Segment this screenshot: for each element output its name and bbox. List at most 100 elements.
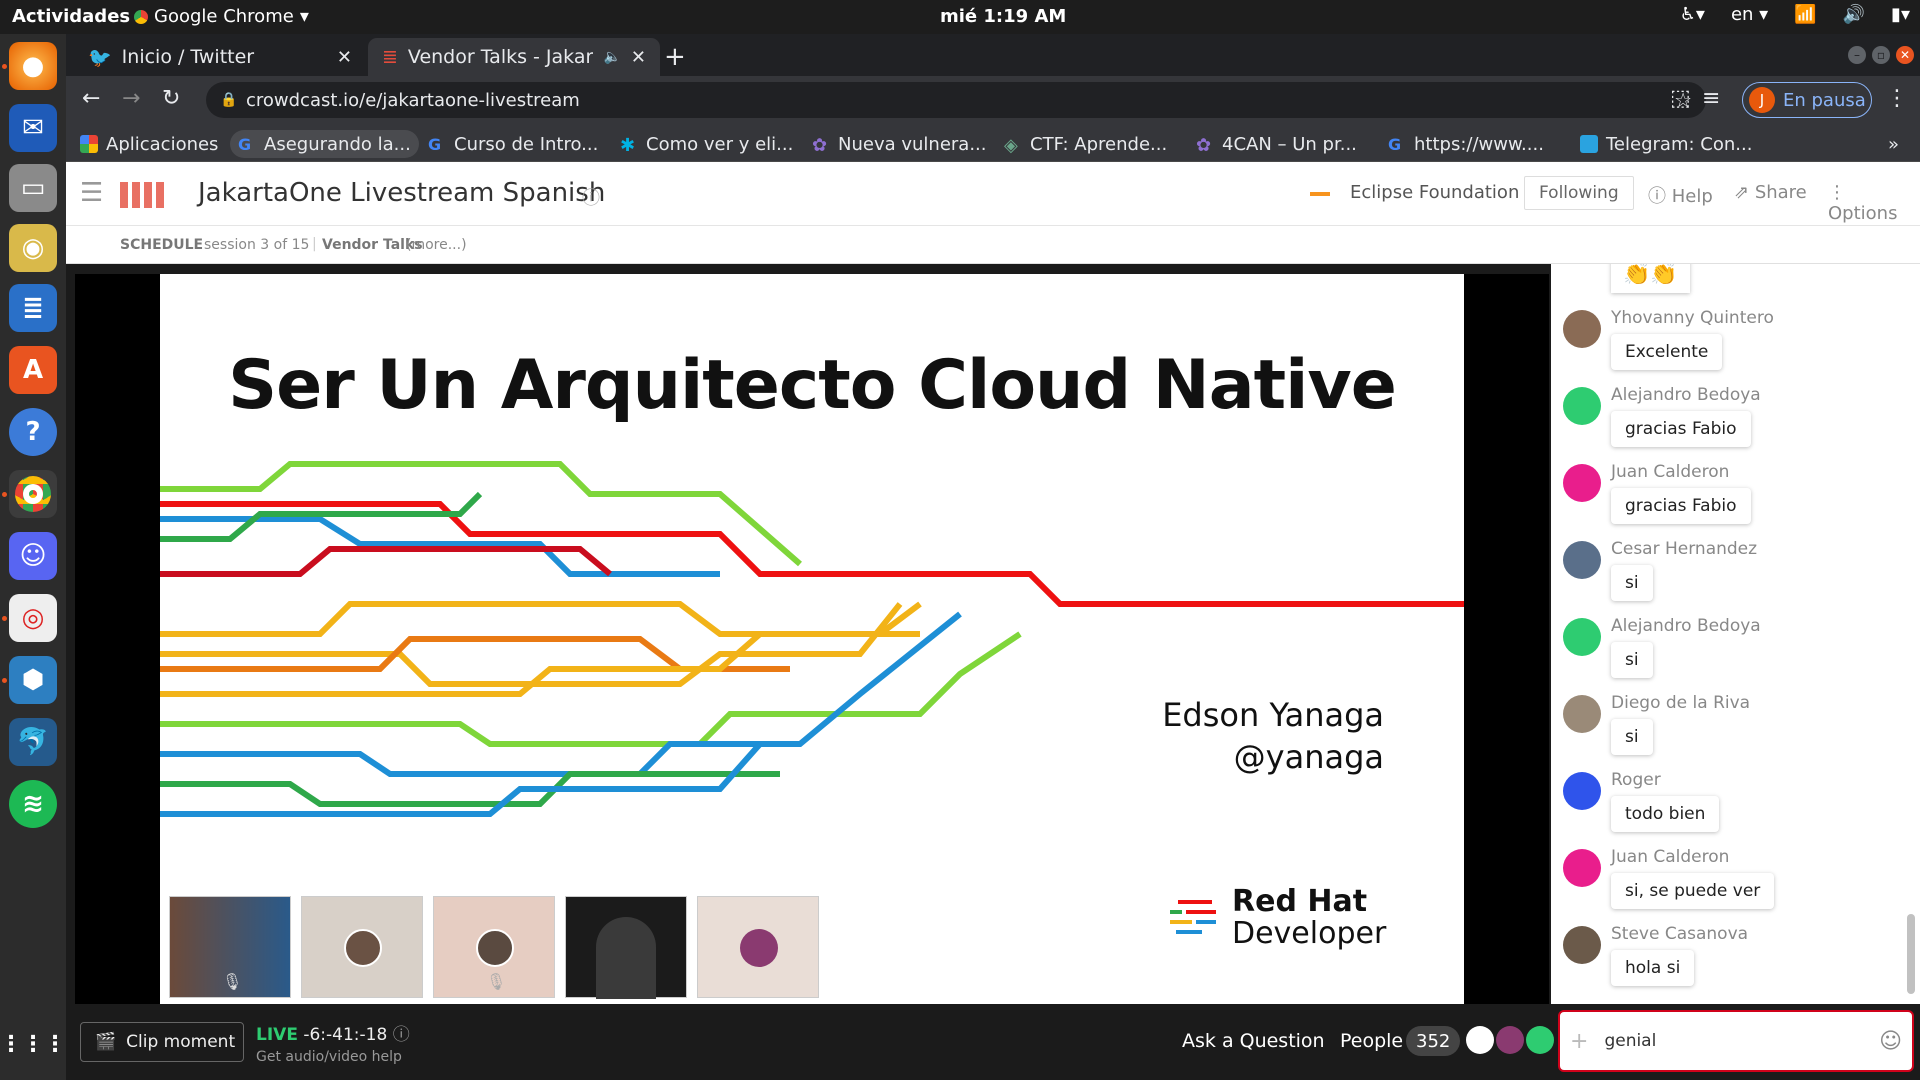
muted-mic-icon: 🎙 (222, 972, 243, 991)
profile-button[interactable]: J En pausa (1742, 82, 1872, 118)
language-indicator[interactable]: en ▾ (1731, 4, 1768, 25)
accessibility-icon[interactable]: ♿▾ (1680, 4, 1705, 25)
site-icon: ✿ (1196, 135, 1212, 156)
extensions-icon[interactable]: ⬚ (1670, 86, 1691, 111)
chat-input[interactable]: + genial ☺ (1558, 1010, 1914, 1072)
avatar (1526, 1026, 1554, 1054)
clock[interactable]: mié 1:19 AM (940, 6, 1066, 27)
thunderbird-icon[interactable]: ✉ (9, 104, 57, 152)
firefox-icon[interactable]: ● (9, 42, 57, 90)
scrollbar-thumb[interactable] (1907, 914, 1915, 994)
share-button[interactable]: ⇗ Share (1734, 182, 1807, 203)
bookmark-item[interactable]: ✱ Como ver y eli... (612, 130, 801, 158)
more-bookmarks-icon[interactable]: » (1880, 130, 1907, 158)
address-bar[interactable]: 🔒 crowdcast.io/e/jakartaone-livestream ☆ (206, 82, 1706, 118)
writer-icon[interactable]: ≣ (9, 284, 57, 332)
avatar (740, 929, 778, 967)
activities-button[interactable]: Actividades (12, 6, 130, 27)
more-link[interactable]: (more...) (406, 237, 467, 253)
minimize-button[interactable]: – (1848, 46, 1866, 64)
virtualbox-icon[interactable]: ⬢ (9, 656, 57, 704)
software-center-icon[interactable]: A (9, 346, 57, 394)
twitter-icon: 🐦 (88, 46, 112, 69)
discord-icon[interactable]: ☺ (9, 532, 57, 580)
presentation-slide: Ser Un Arquitecto Cloud Native Edson Yan… (160, 274, 1464, 1004)
info-icon[interactable]: ⓘ (582, 184, 600, 210)
site-icon: ✱ (620, 135, 636, 156)
show-apps-icon[interactable]: ⋮⋮⋮ (0, 1020, 66, 1068)
chrome-icon[interactable] (9, 470, 57, 518)
media-icon[interactable]: ≡ (1702, 86, 1720, 111)
avatar (1563, 695, 1601, 733)
site-icon: ✿ (812, 135, 828, 156)
help-button[interactable]: ⓘ Help (1648, 182, 1713, 208)
tab-vendor-talks[interactable]: ≣ Vendor Talks - Jakart 🔈 ✕ (368, 38, 660, 76)
back-icon[interactable]: ← (82, 86, 100, 111)
ask-question-button[interactable]: Ask a Question (1182, 1030, 1325, 1052)
participant-thumbnail[interactable] (301, 896, 423, 998)
bookmark-item[interactable]: Ghttps://www.... (1380, 130, 1552, 158)
event-title: JakartaOne Livestream Spanish (198, 178, 606, 208)
app-menu[interactable]: Google Chrome ▾ (134, 6, 309, 27)
bookmark-item[interactable]: Telegram: Con... (1572, 130, 1760, 158)
forward-icon[interactable]: → (122, 86, 140, 111)
bookmark-item[interactable]: ◈ CTF: Aprende... (996, 130, 1175, 158)
speaker-handle: @yanaga (1233, 738, 1384, 776)
remmina-icon[interactable]: ◎ (9, 594, 57, 642)
people-button[interactable]: People (1340, 1030, 1403, 1052)
speaker-icon[interactable]: 🔈 (603, 49, 620, 65)
options-button[interactable]: ⋮ Options (1828, 182, 1920, 224)
files-icon[interactable]: ▭ (9, 164, 57, 212)
tab-twitter[interactable]: 🐦 Inicio / Twitter ✕ (74, 38, 366, 76)
bookmark-item[interactable]: ✿ Nueva vulnera... (804, 130, 995, 158)
chrome-icon (134, 9, 148, 24)
bookmark-item[interactable]: ✿ 4CAN – Un pr... (1188, 130, 1365, 158)
org-link[interactable]: Eclipse Foundation (1350, 182, 1519, 203)
more-menu-icon[interactable]: ⋮ (1886, 86, 1908, 111)
bookmark-item[interactable]: G Asegurando la... (230, 130, 419, 158)
people-count-badge: 352 (1406, 1026, 1461, 1056)
google-icon: G (428, 135, 442, 154)
site-icon: ◈ (1004, 135, 1018, 156)
mysql-workbench-icon[interactable]: 🐬 (9, 718, 57, 766)
participant-thumbnail[interactable]: 🎙 (169, 896, 291, 998)
close-icon[interactable]: ✕ (337, 47, 352, 68)
wifi-icon[interactable]: 📶 (1794, 4, 1816, 25)
participant-thumbnail[interactable] (697, 896, 819, 998)
org-logo (1310, 192, 1330, 196)
bookmark-apps[interactable]: Aplicaciones (72, 130, 226, 158)
close-window-button[interactable]: ✕ (1896, 46, 1914, 64)
live-status: LIVE -6:-41:-18 ⓘ Get audio/video help (256, 1020, 410, 1065)
av-help-link[interactable]: Get audio/video help (256, 1049, 410, 1065)
video-stage[interactable]: Ser Un Arquitecto Cloud Native Edson Yan… (75, 274, 1549, 1004)
following-button[interactable]: Following (1524, 176, 1634, 210)
avatar (344, 929, 382, 967)
avatar (1496, 1026, 1524, 1054)
schedule-label[interactable]: SCHEDULE (120, 237, 203, 253)
session-count: session 3 of 15 (204, 237, 310, 253)
chat-panel[interactable]: 👏👏 Yhovanny Quintero Excelente Alejandro … (1551, 264, 1920, 1004)
volume-icon[interactable]: 🔊 (1843, 4, 1865, 25)
bookmark-item[interactable]: G Curso de Intro... (420, 130, 606, 158)
battery-icon[interactable]: ▮▾ (1891, 4, 1910, 25)
participant-thumbnail[interactable]: 🎙 (433, 896, 555, 998)
schedule-bar: SCHEDULE session 3 of 15 | Vendor Talks … (66, 226, 1920, 264)
spotify-icon[interactable]: ≋ (9, 780, 57, 828)
maximize-button[interactable]: ▫ (1872, 46, 1890, 64)
hamburger-icon[interactable]: ☰ (80, 178, 103, 208)
attendee-avatars[interactable] (1466, 1026, 1554, 1054)
google-icon: G (1388, 135, 1402, 154)
clip-moment-button[interactable]: 🎬 Clip moment (80, 1022, 244, 1062)
rhythmbox-icon[interactable]: ◉ (9, 224, 57, 272)
plus-icon[interactable]: + (1570, 1029, 1588, 1054)
lock-icon: 🔒 (220, 92, 238, 108)
close-icon[interactable]: ✕ (631, 47, 646, 68)
crowdcast-logo (120, 182, 168, 208)
emoji-icon[interactable]: ☺ (1879, 1029, 1902, 1054)
speaker-video-thumbnail[interactable] (565, 896, 687, 999)
help-icon[interactable]: ? (9, 408, 57, 456)
chat-scrollbar[interactable] (1906, 264, 1916, 1004)
new-tab-button[interactable]: + (664, 42, 686, 72)
reload-icon[interactable]: ↻ (162, 86, 180, 111)
info-icon[interactable]: ⓘ (393, 1025, 410, 1045)
